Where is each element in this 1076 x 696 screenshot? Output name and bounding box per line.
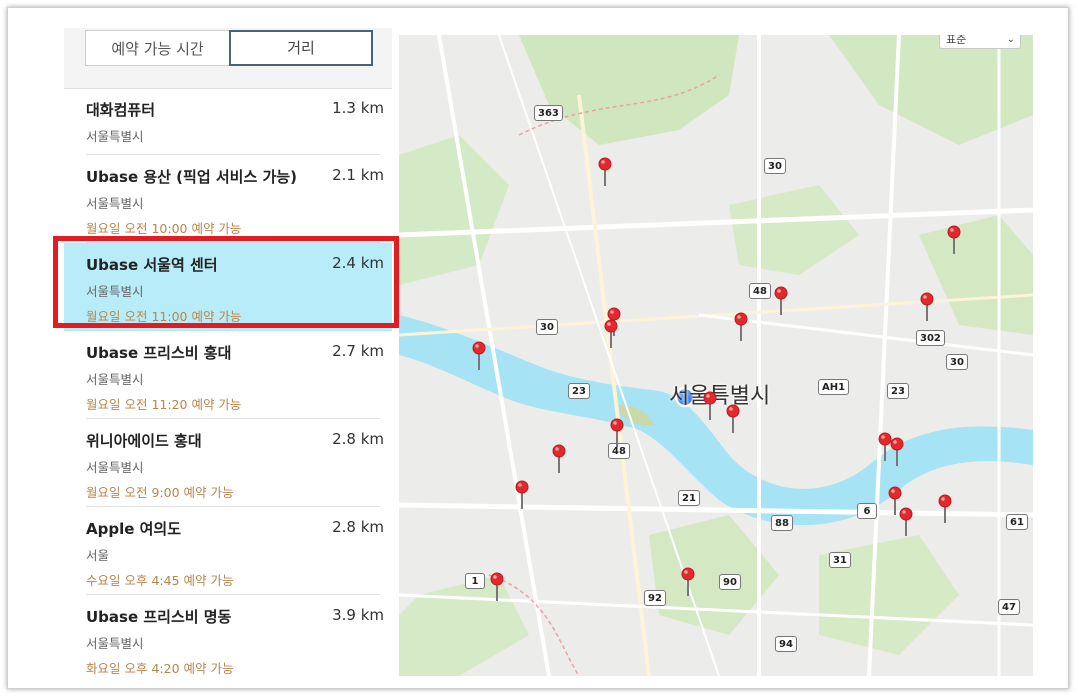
location-city: 서울특별시 (86, 129, 144, 144)
map-pin-icon[interactable] (726, 404, 740, 434)
location-distance: 2.4 km (332, 254, 384, 272)
road-shield: 6 (857, 503, 877, 519)
chevron-down-icon: ⌄ (1006, 35, 1015, 45)
map-pin-icon[interactable] (899, 507, 913, 537)
road-shield: AH1 (818, 379, 850, 395)
road-shield: 21 (678, 490, 700, 506)
map-pin-icon[interactable] (920, 292, 934, 322)
road-shield: 90 (719, 574, 741, 590)
location-availability: 월요일 오전 11:00 예약 가능 (86, 309, 242, 324)
location-city: 서울 (86, 548, 110, 563)
list-item[interactable]: 위니아에이드 홍대 2.8 km 서울특별시 월요일 오전 9:00 예약 가능 (64, 419, 392, 507)
location-availability: 수요일 오후 4:45 예약 가능 (86, 573, 234, 588)
sort-tabs: 예약 가능 시간 거리 (64, 28, 392, 89)
road-shield: 31 (829, 552, 851, 568)
road-shield: 363 (534, 105, 563, 121)
map-pin-icon[interactable] (938, 494, 952, 524)
map-pin-icon[interactable] (681, 567, 695, 597)
road-shield: 302 (916, 330, 945, 346)
location-distance: 2.8 km (332, 518, 384, 536)
list-item[interactable]: 대화컴퓨터 1.3 km 서울특별시 (64, 89, 392, 155)
map-pin-icon[interactable] (472, 341, 486, 371)
location-availability: 월요일 오전 10:00 예약 가능 (86, 221, 242, 236)
road-shield: 48 (749, 283, 771, 299)
location-availability: 화요일 오후 4:20 예약 가능 (86, 661, 234, 676)
location-distance: 1.3 km (332, 99, 384, 117)
location-city: 서울특별시 (86, 284, 144, 299)
screenshot-frame: 예약 가능 시간 거리 대화컴퓨터 1.3 km 서울특별시 Ubase 용산 … (7, 7, 1069, 689)
road-shield: 30 (764, 158, 786, 174)
map-pin-icon[interactable] (610, 418, 624, 448)
location-distance: 2.7 km (332, 342, 384, 360)
map-city-label: 서울특별시 (669, 384, 771, 409)
map-pin-icon[interactable] (890, 437, 904, 467)
map-pin-icon[interactable] (604, 319, 618, 349)
list-item[interactable]: Ubase 용산 (픽업 서비스 가능) 2.1 km 서울특별시 월요일 오전… (64, 155, 392, 243)
list-item[interactable]: Ubase 프리스비 홍대 2.7 km 서울특별시 월요일 오전 11:20 … (64, 331, 392, 419)
road-shield: 23 (568, 383, 590, 399)
map-view[interactable]: 표준 ⌄ 서울특별시 363 30 48 30 302 30 23 AH1 23… (399, 35, 1033, 676)
road-shield: 47 (998, 599, 1020, 615)
map-pin-icon[interactable] (515, 480, 529, 510)
map-type-value: 표준 (946, 35, 967, 46)
location-list-panel: 예약 가능 시간 거리 대화컴퓨터 1.3 km 서울특별시 Ubase 용산 … (64, 28, 392, 676)
location-city: 서울특별시 (86, 372, 144, 387)
map-pin-icon[interactable] (598, 157, 612, 187)
map-type-select[interactable]: 표준 ⌄ (939, 35, 1021, 49)
tab-distance[interactable]: 거리 (229, 30, 373, 66)
road-shield: 88 (771, 515, 793, 531)
map-pin-icon[interactable] (734, 312, 748, 342)
list-item[interactable]: Ubase 프리스비 명동 3.9 km 서울특별시 화요일 오후 4:20 예… (64, 595, 392, 676)
location-distance: 3.9 km (332, 606, 384, 624)
location-city: 서울특별시 (86, 460, 144, 475)
map-pin-icon[interactable] (774, 286, 788, 316)
road-shield: 61 (1006, 514, 1028, 530)
road-shield: 23 (887, 383, 909, 399)
map-pin-icon[interactable] (947, 225, 961, 255)
map-pin-icon[interactable] (490, 572, 504, 602)
location-distance: 2.8 km (332, 430, 384, 448)
location-list: 대화컴퓨터 1.3 km 서울특별시 Ubase 용산 (픽업 서비스 가능) … (64, 89, 392, 676)
location-availability: 월요일 오전 11:20 예약 가능 (86, 397, 242, 412)
road-shield: 94 (775, 636, 797, 652)
location-city: 서울특별시 (86, 636, 144, 651)
road-shield: 30 (946, 354, 968, 370)
list-item[interactable]: Apple 여의도 2.8 km 서울 수요일 오후 4:45 예약 가능 (64, 507, 392, 595)
tab-availability[interactable]: 예약 가능 시간 (85, 30, 229, 66)
list-item-selected[interactable]: Ubase 서울역 센터 2.4 km 서울특별시 월요일 오전 11:00 예… (64, 243, 392, 331)
location-distance: 2.1 km (332, 166, 384, 184)
location-availability: 월요일 오전 9:00 예약 가능 (86, 485, 234, 500)
map-pin-icon[interactable] (552, 444, 566, 474)
road-shield: 30 (536, 319, 558, 335)
road-shield: 92 (644, 590, 666, 606)
road-shield: 1 (465, 573, 485, 589)
map-pin-icon[interactable] (703, 391, 717, 421)
location-city: 서울특별시 (86, 196, 144, 211)
